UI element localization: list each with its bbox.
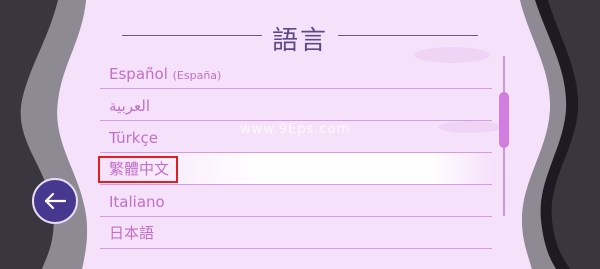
language-label: Italiano	[109, 193, 165, 211]
back-button[interactable]	[32, 178, 78, 224]
language-label: العربية	[109, 97, 150, 115]
selection-highlight-box	[98, 156, 178, 183]
language-item-japanese[interactable]: 日本語	[100, 217, 492, 249]
arrow-left-icon	[44, 192, 67, 210]
language-label: Türkçe	[109, 129, 158, 147]
watermark-text: www.9Eps.com	[240, 122, 351, 137]
page-title: 語言	[271, 26, 328, 56]
title-row: 語言	[122, 18, 478, 56]
language-label: Español (España)	[109, 65, 222, 83]
language-item-arabic[interactable]: العربية	[100, 89, 492, 121]
language-item-italian[interactable]: Italiano	[100, 185, 492, 217]
language-label: 日本語	[109, 224, 155, 242]
language-screen: 語言 Español (España) العربية Türkçe 繁體中文 …	[0, 0, 600, 269]
scrollbar-thumb[interactable]	[499, 92, 509, 148]
language-sublabel: (España)	[172, 69, 222, 82]
language-item-spanish[interactable]: Español (España)	[100, 57, 492, 89]
title-divider-right	[338, 35, 478, 36]
